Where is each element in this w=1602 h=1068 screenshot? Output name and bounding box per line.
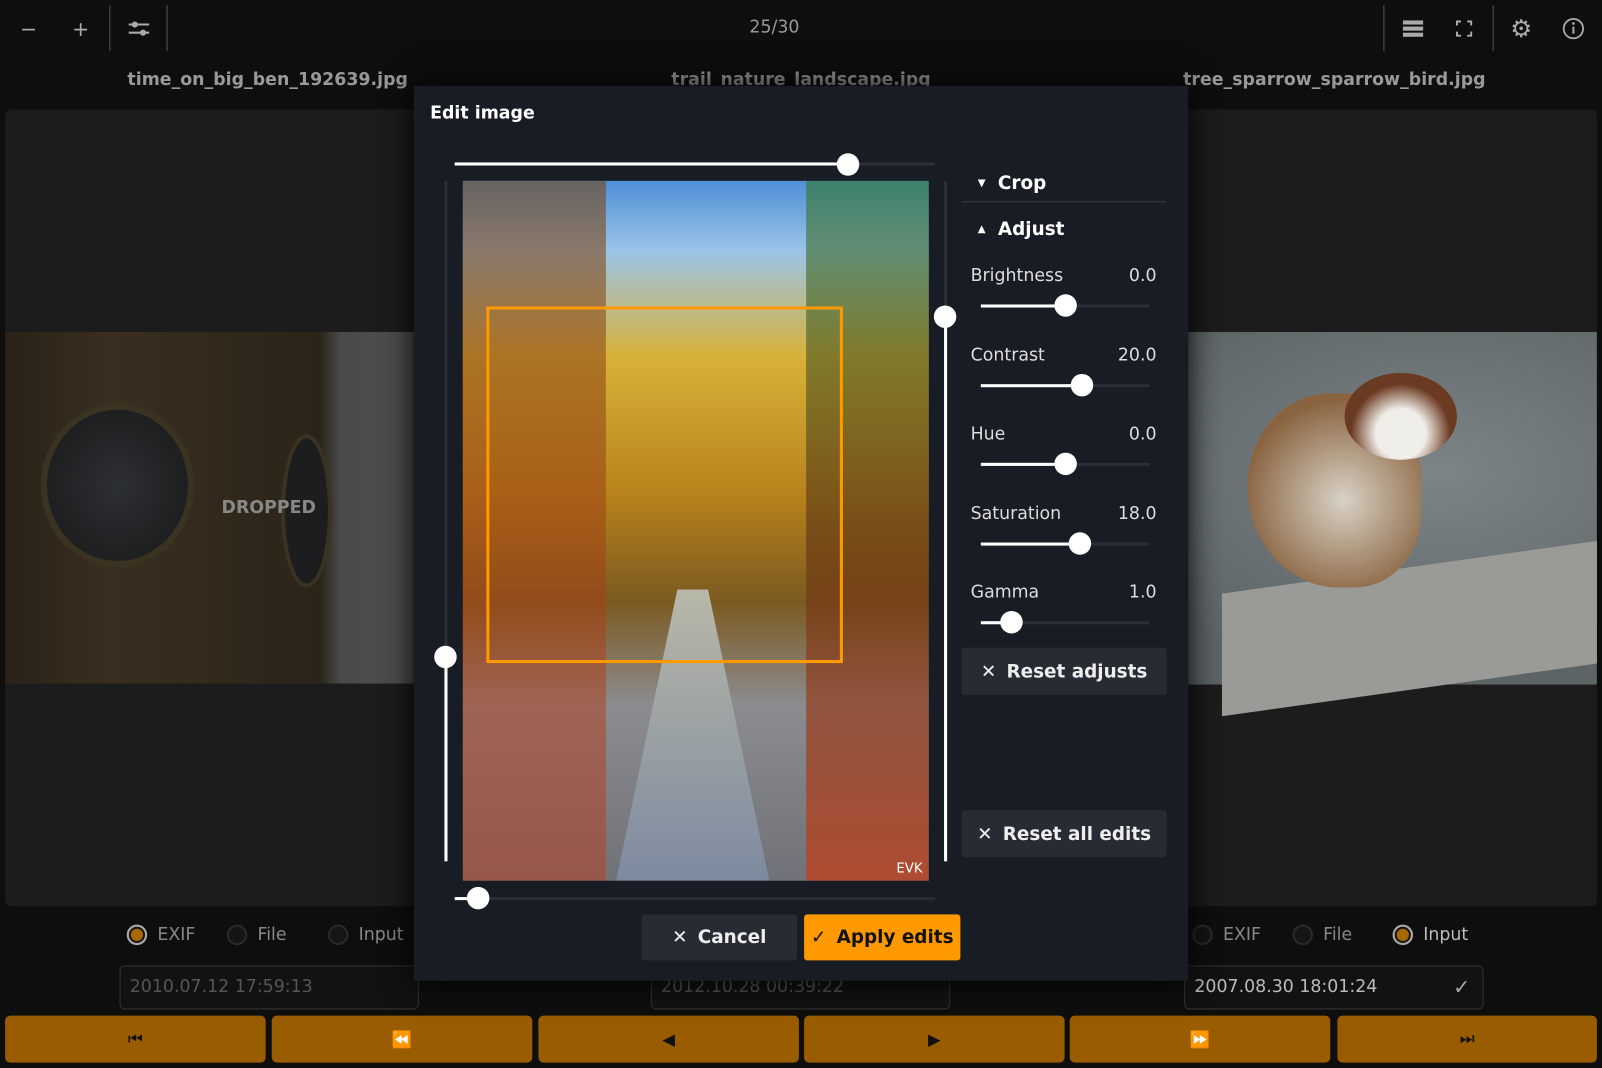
fast-forward-button[interactable]: ⏩ [1069, 1015, 1331, 1063]
adjust-section-header[interactable]: ▲ Adjust [961, 213, 1165, 246]
caret-up-icon: ▲ [977, 223, 986, 235]
radio-label: EXIF [157, 924, 196, 946]
date-value: 2007.08.30 18:01:24 [1194, 976, 1378, 998]
next-button[interactable]: ▶ [804, 1015, 1065, 1063]
divider [109, 5, 111, 52]
slider-fill [980, 383, 1082, 387]
dialog-title: Edit image [430, 103, 535, 124]
adjust-value-brightness: 0.0 [1128, 265, 1157, 287]
crop-bottom-slider[interactable] [454, 897, 935, 901]
hue-slider-thumb[interactable] [1053, 452, 1077, 476]
date-field-left[interactable]: 2010.07.12 17:59:13 [119, 965, 419, 1010]
radio-label: Input [358, 924, 404, 946]
radio-input-right[interactable]: Input [1392, 924, 1469, 946]
list-view-icon[interactable] [1397, 12, 1430, 45]
caret-down-icon: ▼ [977, 177, 986, 190]
last-icon: ⏭ [1459, 1028, 1475, 1049]
gamma-slider-thumb[interactable] [1000, 610, 1024, 634]
radio-label: File [257, 924, 287, 946]
dropped-label: DROPPED [221, 497, 316, 519]
next-icon: ▶ [928, 1029, 941, 1049]
rewind-button[interactable]: ⏪ [271, 1015, 533, 1063]
previous-icon: ◀ [662, 1029, 675, 1049]
crop-section-header[interactable]: ▼ Crop [961, 166, 1166, 203]
crop-top-slider-thumb[interactable] [836, 153, 860, 176]
slider-fill [944, 316, 948, 862]
adjust-label-brightness: Brightness [970, 265, 1064, 287]
radio-dot[interactable] [226, 924, 248, 946]
radio-dot[interactable] [1192, 924, 1213, 946]
fullscreen-icon[interactable] [1448, 12, 1481, 45]
crop-rectangle[interactable] [486, 306, 843, 664]
check-icon: ✓ [810, 926, 827, 949]
radio-dot[interactable] [126, 924, 148, 946]
divider [1492, 5, 1494, 52]
adjust-label-contrast: Contrast [970, 344, 1045, 366]
button-label: Apply edits [836, 926, 954, 949]
rewind-icon: ⏪ [391, 1029, 413, 1049]
radio-dot[interactable] [327, 924, 349, 946]
previous-button[interactable]: ◀ [538, 1015, 799, 1063]
radio-dot[interactable] [1292, 924, 1313, 946]
zoom-out-button[interactable]: − [12, 12, 45, 45]
radio-label: Input [1423, 924, 1469, 946]
edit-image-dialog: Edit image EVK ▼ Crop ▲ Adjust Brightness … [413, 85, 1189, 981]
date-field-right[interactable]: 2007.08.30 18:01:24 ✓ [1184, 965, 1484, 1010]
divider [166, 5, 168, 52]
adjust-label-hue: Hue [970, 424, 1006, 445]
filename-right: tree_sparrow_sparrow_bird.jpg [1183, 69, 1486, 90]
crop-right-slider-thumb[interactable] [933, 305, 957, 328]
close-icon: ✕ [672, 926, 688, 949]
slider-fill [980, 462, 1066, 466]
reset-all-edits-button[interactable]: ✕ Reset all edits [961, 810, 1167, 858]
radio-file-left[interactable]: File [226, 924, 287, 946]
crop-left-slider-thumb[interactable] [434, 645, 457, 669]
radio-label: File [1323, 924, 1353, 946]
button-label: Reset all edits [1002, 822, 1152, 845]
close-icon: ✕ [980, 660, 997, 682]
brightness-slider-thumb[interactable] [1053, 294, 1077, 317]
crop-bottom-slider-thumb[interactable] [466, 886, 490, 910]
zoom-in-button[interactable]: + [64, 12, 97, 45]
info-icon[interactable] [1557, 12, 1590, 45]
divider [1383, 5, 1385, 52]
radio-exif-right[interactable]: EXIF [1192, 924, 1261, 946]
adjust-label-saturation: Saturation [970, 503, 1062, 524]
radio-exif-left[interactable]: EXIF [126, 924, 196, 946]
slider-fill [980, 304, 1066, 308]
radio-input-left[interactable]: Input [327, 924, 404, 946]
last-button[interactable]: ⏭ [1337, 1015, 1597, 1063]
radio-file-right[interactable]: File [1292, 924, 1353, 946]
filename-left: time_on_big_ben_192639.jpg [127, 69, 408, 90]
button-label: Reset adjusts [1006, 660, 1148, 682]
radio-label: EXIF [1222, 924, 1261, 946]
section-label: Crop [997, 172, 1047, 195]
slider-fill [454, 162, 849, 166]
watermark: EVK [896, 861, 923, 877]
edited-image: EVK [462, 180, 929, 881]
radio-dot[interactable] [1392, 924, 1414, 946]
saturation-slider-thumb[interactable] [1069, 531, 1092, 555]
gear-icon[interactable]: ⚙ [1505, 12, 1538, 45]
first-icon: ⏮ [128, 1028, 143, 1049]
reset-adjusts-button[interactable]: ✕ Reset adjusts [961, 647, 1167, 695]
adjust-value-gamma: 1.0 [1128, 582, 1157, 603]
close-icon: ✕ [977, 822, 993, 845]
slider-fill [980, 542, 1081, 546]
section-label: Adjust [997, 218, 1065, 240]
apply-edits-button[interactable]: ✓ Apply edits [804, 914, 961, 961]
adjust-label-gamma: Gamma [970, 582, 1040, 603]
check-icon[interactable]: ✓ [1453, 975, 1470, 1000]
sliders-icon[interactable] [123, 12, 156, 45]
adjust-value-contrast: 20.0 [1117, 344, 1157, 366]
adjust-value-saturation: 18.0 [1117, 503, 1157, 524]
contrast-slider-thumb[interactable] [1070, 373, 1094, 396]
cancel-button[interactable]: ✕ Cancel [641, 914, 797, 961]
slider-fill [444, 656, 448, 862]
image-counter: 25/30 [749, 17, 800, 38]
adjust-value-hue: 0.0 [1128, 424, 1157, 445]
button-label: Cancel [697, 926, 767, 949]
fast-forward-icon: ⏩ [1189, 1029, 1211, 1049]
first-button[interactable]: ⏮ [5, 1015, 266, 1063]
